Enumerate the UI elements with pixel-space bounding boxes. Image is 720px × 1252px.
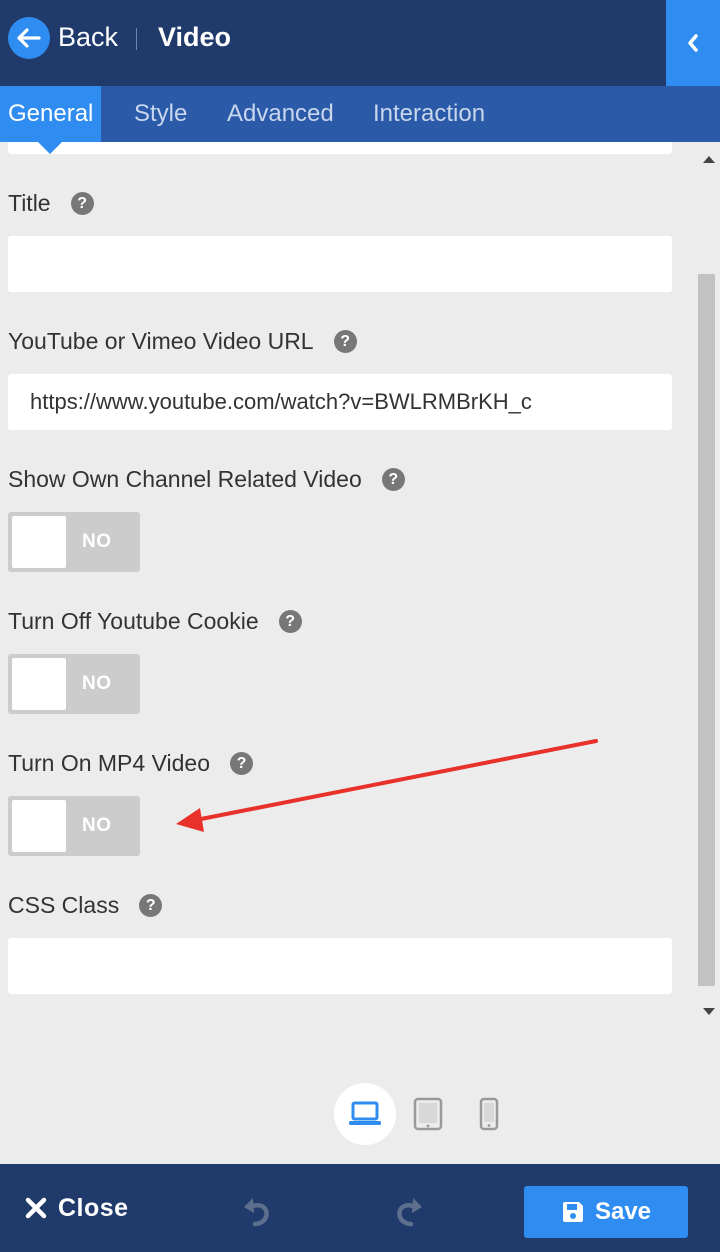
undo-icon (244, 1198, 269, 1227)
save-label: Save (594, 1198, 652, 1225)
back-arrow-icon (17, 28, 41, 48)
mp4-video-label: Turn On MP4 Video ? (8, 750, 253, 777)
video-url-field-label: YouTube or Vimeo Video URL ? (8, 328, 357, 355)
previous-field-edge (8, 142, 672, 154)
own-channel-related-label-text: Show Own Channel Related Video (8, 466, 362, 492)
title-input[interactable] (8, 236, 672, 292)
redo-button[interactable] (392, 1194, 426, 1233)
desktop-icon (349, 1101, 381, 1125)
css-class-label: CSS Class ? (8, 892, 163, 919)
mp4-video-toggle[interactable]: NO (8, 796, 140, 856)
close-label: Close (58, 1193, 129, 1222)
page-title: Video (158, 22, 232, 52)
tablet-icon (413, 1097, 443, 1131)
collapse-panel-button[interactable] (666, 0, 720, 86)
mobile-view-button[interactable] (458, 1083, 520, 1145)
active-tab-caret (38, 142, 62, 154)
own-channel-related-label: Show Own Channel Related Video ? (8, 466, 405, 493)
tab-style[interactable]: Style (134, 86, 187, 142)
youtube-cookie-toggle[interactable]: NO (8, 654, 140, 714)
tab-advanced[interactable]: Advanced (227, 86, 334, 142)
video-url-label-text: YouTube or Vimeo Video URL (8, 328, 314, 354)
desktop-view-button[interactable] (334, 1083, 396, 1145)
scroll-thumb[interactable] (698, 274, 715, 986)
help-icon[interactable]: ? (381, 468, 405, 491)
chevron-left-icon (688, 34, 698, 52)
tab-interaction[interactable]: Interaction (373, 86, 485, 142)
toggle-state: NO (82, 815, 112, 836)
title-label-text: Title (8, 190, 51, 216)
mobile-icon (479, 1097, 499, 1131)
title-field-label: Title ? (8, 190, 94, 217)
video-url-input[interactable] (8, 374, 672, 430)
toggle-knob (12, 800, 66, 852)
toggle-knob (12, 658, 66, 710)
save-icon (562, 1202, 583, 1222)
toggle-knob (12, 516, 66, 568)
help-icon[interactable]: ? (70, 192, 94, 215)
mp4-video-label-text: Turn On MP4 Video (8, 750, 210, 776)
tablet-view-button[interactable] (397, 1083, 459, 1145)
tab-bar: General Style Advanced Interaction (0, 86, 720, 142)
help-icon[interactable]: ? (139, 894, 163, 917)
scroll-up-arrow[interactable] (703, 156, 715, 163)
back-button[interactable] (8, 17, 50, 59)
settings-form: Title ? YouTube or Vimeo Video URL ? Sho… (0, 142, 698, 1020)
toggle-state: NO (82, 673, 112, 694)
scroll-down-arrow[interactable] (703, 1008, 715, 1015)
redo-icon (397, 1198, 422, 1227)
youtube-cookie-label: Turn Off Youtube Cookie ? (8, 608, 302, 635)
css-class-input[interactable] (8, 938, 672, 994)
tab-general[interactable]: General (0, 86, 102, 142)
header-divider (136, 28, 137, 50)
save-button[interactable]: Save (524, 1186, 688, 1238)
css-class-label-text: CSS Class (8, 892, 120, 918)
form-scrollbar[interactable] (698, 142, 720, 1020)
close-button[interactable]: Close (24, 1190, 129, 1226)
panel-footer: Close Save (0, 1164, 720, 1252)
close-icon (25, 1197, 47, 1219)
help-icon[interactable]: ? (278, 610, 302, 633)
undo-button[interactable] (240, 1194, 274, 1233)
device-switcher (0, 1080, 720, 1150)
help-icon[interactable]: ? (333, 330, 357, 353)
own-channel-related-toggle[interactable]: NO (8, 512, 140, 572)
panel-header: Back Video (0, 0, 720, 86)
youtube-cookie-label-text: Turn Off Youtube Cookie (8, 608, 259, 634)
toggle-state: NO (82, 531, 112, 552)
help-icon[interactable]: ? (230, 752, 253, 775)
back-label[interactable]: Back (58, 22, 118, 53)
